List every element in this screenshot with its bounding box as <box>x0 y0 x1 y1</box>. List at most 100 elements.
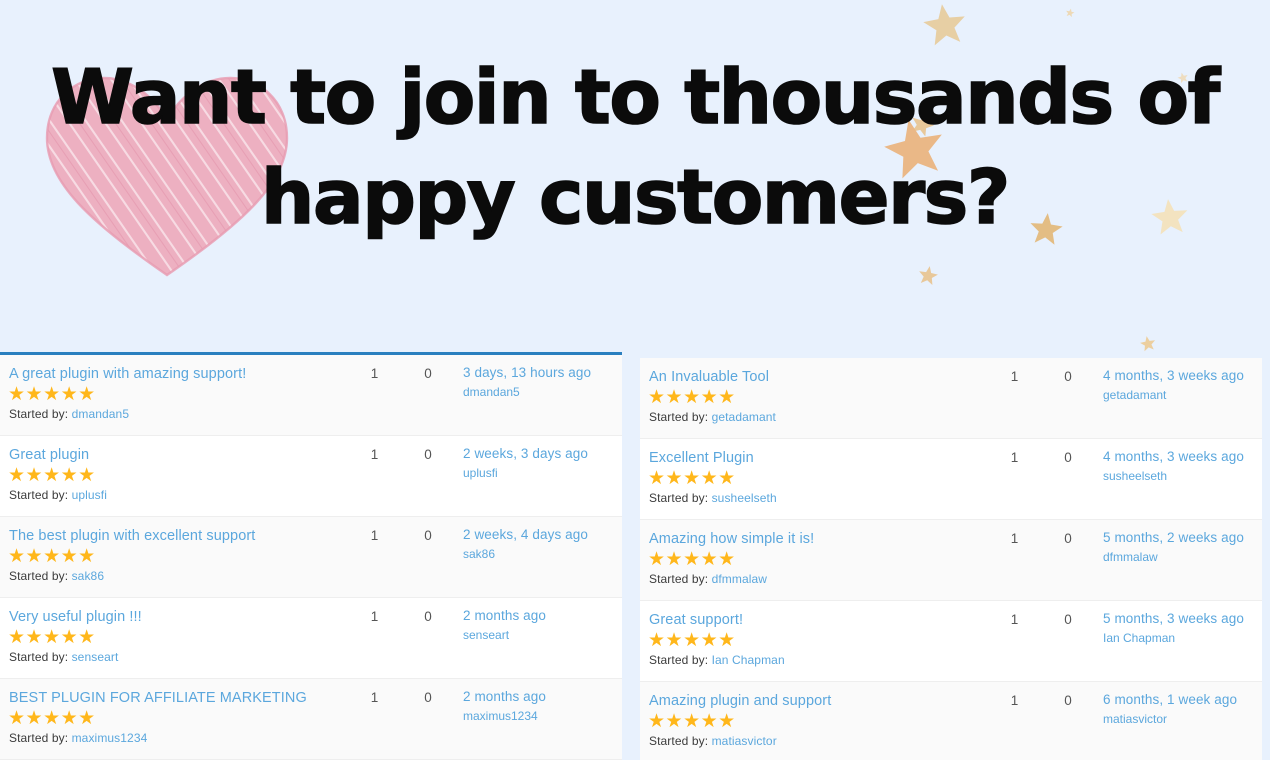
reply-count: 1 <box>1010 612 1019 627</box>
started-by-user-link[interactable]: senseart <box>72 650 119 664</box>
started-by-label: Started by: <box>9 407 69 422</box>
freshness-date-link[interactable]: 6 months, 1 week ago <box>1103 692 1262 707</box>
freshness-cell: 2 months ago maximus1234 <box>459 689 622 723</box>
freshness-date-link[interactable]: 4 months, 3 weeks ago <box>1103 368 1262 383</box>
rating-stars: ★★★★★ <box>8 546 96 568</box>
review-title-link[interactable]: Great plugin <box>9 446 352 464</box>
reply-count: 1 <box>370 690 379 705</box>
review-table-left: A great plugin with amazing support! ★★★★… <box>0 352 622 760</box>
freshness-user-link[interactable]: senseart <box>463 628 622 642</box>
freshness-date-link[interactable]: 5 months, 2 weeks ago <box>1103 530 1262 545</box>
freshness-cell: 2 months ago senseart <box>459 608 622 642</box>
freshness-cell: 5 months, 3 weeks ago Ian Chapman <box>1099 611 1262 645</box>
review-title-link[interactable]: Amazing plugin and support <box>649 692 992 710</box>
vote-count: 0 <box>424 609 432 624</box>
started-by-label: Started by: <box>649 734 709 749</box>
vote-count: 0 <box>1064 612 1072 627</box>
review-title-link[interactable]: The best plugin with excellent support <box>9 527 352 545</box>
freshness-user-link[interactable]: maximus1234 <box>463 709 622 723</box>
freshness-date-link[interactable]: 2 months ago <box>463 689 622 704</box>
freshness-user-link[interactable]: sak86 <box>463 547 622 561</box>
rating-stars: ★★★★★ <box>8 708 96 730</box>
vote-count: 0 <box>1064 693 1072 708</box>
started-by-user-link[interactable]: matiasvictor <box>712 734 777 748</box>
review-row[interactable]: Amazing plugin and support ★★★★★ Started b… <box>640 682 1262 760</box>
freshness-date-link[interactable]: 4 months, 3 weeks ago <box>1103 449 1262 464</box>
rating-stars: ★★★★★ <box>648 468 736 490</box>
freshness-user-link[interactable]: dfmmalaw <box>1103 550 1262 564</box>
started-by-user-link[interactable]: uplusfi <box>72 488 107 502</box>
vote-count: 0 <box>424 528 432 543</box>
review-topic-cell: Excellent Plugin ★★★★★ Started by: susheel… <box>640 449 992 505</box>
review-row[interactable]: Great support! ★★★★★ Started by: Ian Chapm… <box>640 601 1262 682</box>
freshness-cell: 5 months, 2 weeks ago dfmmalaw <box>1099 530 1262 564</box>
review-row[interactable]: The best plugin with excellent support ★★… <box>0 517 622 598</box>
reviews-section: A great plugin with amazing support! ★★★★… <box>0 352 1270 760</box>
freshness-cell: 4 months, 3 weeks ago getadamant <box>1099 368 1262 402</box>
started-by-label: Started by: <box>9 650 69 665</box>
freshness-date-link[interactable]: 2 months ago <box>463 608 622 623</box>
review-title-link[interactable]: BEST PLUGIN FOR AFFILIATE MARKETING <box>9 689 352 707</box>
started-by: Started by: uplusfi <box>9 488 107 502</box>
review-row[interactable]: Very useful plugin !!! ★★★★★ Started by: s… <box>0 598 622 679</box>
started-by: Started by: sak86 <box>9 569 104 583</box>
freshness-user-link[interactable]: uplusfi <box>463 466 622 480</box>
started-by-user-link[interactable]: susheelseth <box>712 491 777 505</box>
freshness-date-link[interactable]: 3 days, 13 hours ago <box>463 365 622 380</box>
started-by-label: Started by: <box>649 572 709 587</box>
freshness-date-link[interactable]: 5 months, 3 weeks ago <box>1103 611 1262 626</box>
review-title-link[interactable]: Excellent Plugin <box>649 449 992 467</box>
started-by-label: Started by: <box>9 731 69 746</box>
review-title-link[interactable]: Amazing how simple it is! <box>649 530 992 548</box>
review-topic-cell: An Invaluable Tool ★★★★★ Started by: getad… <box>640 368 992 424</box>
review-row[interactable]: An Invaluable Tool ★★★★★ Started by: getad… <box>640 358 1262 439</box>
started-by-user-link[interactable]: getadamant <box>712 410 776 424</box>
review-title-link[interactable]: Very useful plugin !!! <box>9 608 352 626</box>
freshness-user-link[interactable]: dmandan5 <box>463 385 622 399</box>
started-by-label: Started by: <box>649 491 709 506</box>
freshness-user-link[interactable]: susheelseth <box>1103 469 1262 483</box>
rating-stars: ★★★★★ <box>8 627 96 649</box>
freshness-date-link[interactable]: 2 weeks, 3 days ago <box>463 446 622 461</box>
review-row[interactable]: Great plugin ★★★★★ Started by: uplusfi 1 0 2 … <box>0 436 622 517</box>
started-by-user-link[interactable]: Ian Chapman <box>712 653 785 667</box>
review-row[interactable]: Excellent Plugin ★★★★★ Started by: susheel… <box>640 439 1262 520</box>
page-title-line-2: happy customers? <box>260 152 1011 242</box>
started-by-label: Started by: <box>9 569 69 584</box>
freshness-cell: 3 days, 13 hours ago dmandan5 <box>459 365 622 399</box>
review-title-link[interactable]: An Invaluable Tool <box>649 368 992 386</box>
started-by-user-link[interactable]: dfmmalaw <box>712 572 767 586</box>
reply-count: 1 <box>370 447 379 462</box>
reply-count: 1 <box>370 366 379 381</box>
page-title: Want to join to thousands of happy custo… <box>0 0 1270 248</box>
started-by-label: Started by: <box>649 410 709 425</box>
started-by-label: Started by: <box>649 653 709 668</box>
reply-count: 1 <box>1010 693 1019 708</box>
review-title-link[interactable]: A great plugin with amazing support! <box>9 365 352 383</box>
hero-banner: Want to join to thousands of happy custo… <box>0 0 1270 352</box>
started-by-user-link[interactable]: sak86 <box>72 569 105 583</box>
vote-count: 0 <box>424 366 432 381</box>
review-topic-cell: Great support! ★★★★★ Started by: Ian Chapm… <box>640 611 992 667</box>
review-row[interactable]: A great plugin with amazing support! ★★★★… <box>0 355 622 436</box>
started-by-label: Started by: <box>9 488 69 503</box>
freshness-cell: 4 months, 3 weeks ago susheelseth <box>1099 449 1262 483</box>
review-row[interactable]: Amazing how simple it is! ★★★★★ Started by… <box>640 520 1262 601</box>
reply-count: 1 <box>1010 531 1019 546</box>
freshness-user-link[interactable]: getadamant <box>1103 388 1262 402</box>
started-by: Started by: getadamant <box>649 410 776 424</box>
started-by-user-link[interactable]: maximus1234 <box>72 731 148 745</box>
freshness-user-link[interactable]: matiasvictor <box>1103 712 1262 726</box>
rating-stars: ★★★★★ <box>648 630 736 652</box>
vote-count: 0 <box>1064 531 1072 546</box>
started-by-user-link[interactable]: dmandan5 <box>72 407 130 421</box>
freshness-cell: 2 weeks, 4 days ago sak86 <box>459 527 622 561</box>
review-row[interactable]: BEST PLUGIN FOR AFFILIATE MARKETING ★★★★★… <box>0 679 622 760</box>
freshness-user-link[interactable]: Ian Chapman <box>1103 631 1262 645</box>
freshness-date-link[interactable]: 2 weeks, 4 days ago <box>463 527 622 542</box>
started-by: Started by: susheelseth <box>649 491 777 505</box>
started-by: Started by: Ian Chapman <box>649 653 785 667</box>
review-title-link[interactable]: Great support! <box>649 611 992 629</box>
reply-count: 1 <box>370 609 379 624</box>
rating-stars: ★★★★★ <box>648 387 736 409</box>
